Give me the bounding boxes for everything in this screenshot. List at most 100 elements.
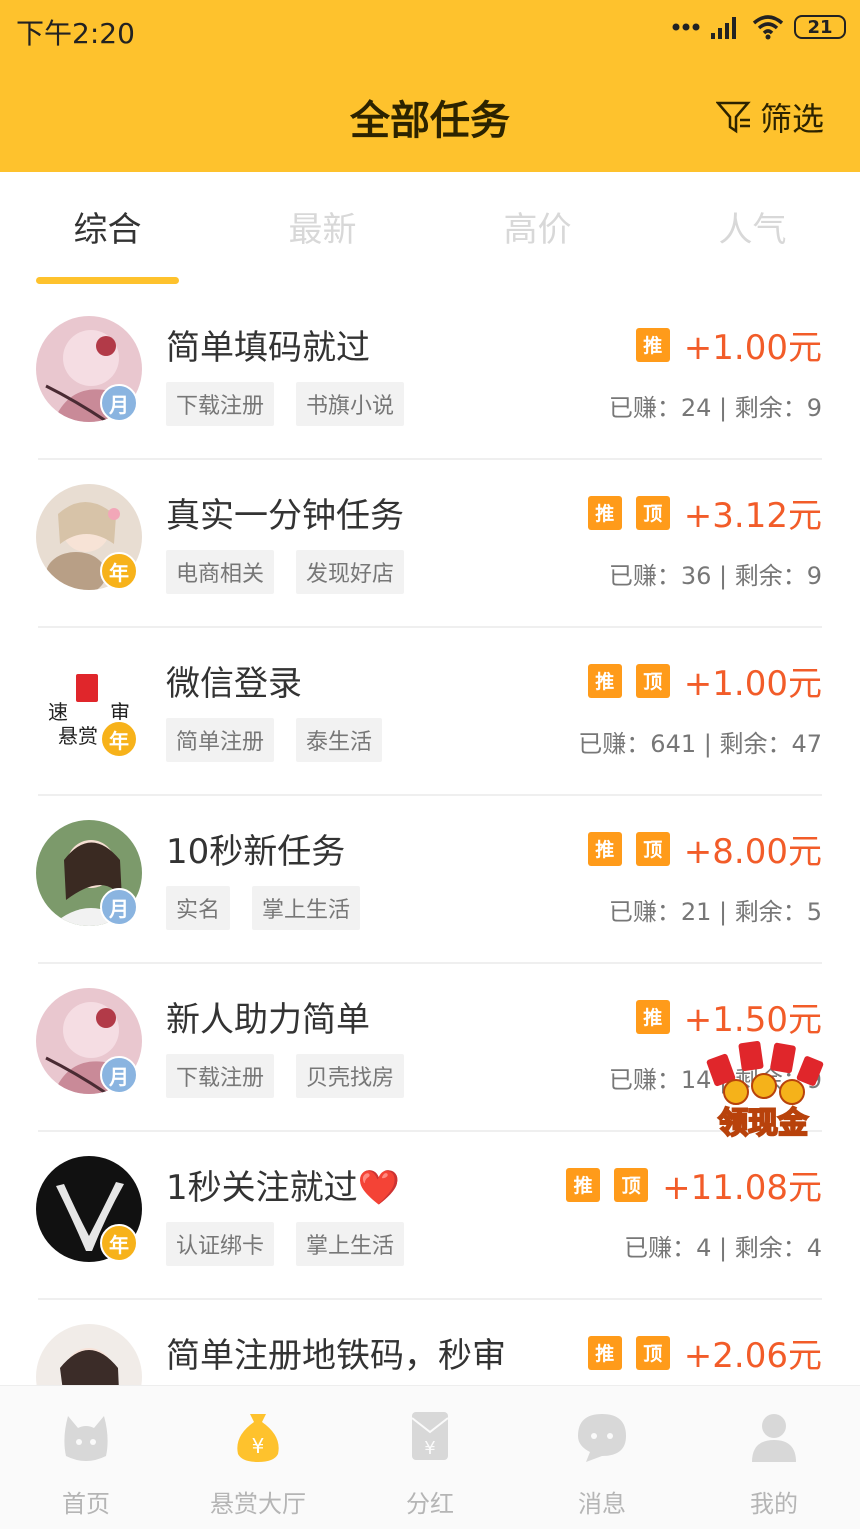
nav-dividends[interactable]: ¥ 分红: [344, 1386, 516, 1529]
task-title: 微信登录: [166, 664, 302, 704]
tab-high-price[interactable]: 高价: [430, 202, 645, 251]
pinned-chip: 顶: [614, 1167, 649, 1202]
nav-label: 我的: [750, 1490, 798, 1518]
task-tags: 简单注册 泰生活: [166, 718, 383, 762]
task-title: 真实一分钟任务: [166, 496, 404, 536]
recommend-chip: 推: [635, 327, 670, 362]
task-stats: 已赚：24 | 剩余：9: [608, 394, 822, 422]
task-row[interactable]: 月 10秒新任务 实名 掌上生活 推 顶 +8.00元 已赚：21 | 剩余：5: [0, 796, 860, 964]
task-price: +1.50元: [683, 1000, 822, 1040]
recommend-chip: 推: [587, 1335, 622, 1370]
avatar: [36, 1324, 142, 1385]
task-tag: 掌上生活: [296, 1222, 405, 1266]
nav-label: 消息: [578, 1490, 626, 1518]
task-tags: 实名 掌上生活: [166, 886, 361, 930]
chat-icon: [578, 1414, 626, 1462]
task-stats: 已赚：36 | 剩余：9: [608, 562, 822, 590]
pinned-chip: 顶: [635, 495, 670, 530]
battery-indicator: 21: [794, 15, 846, 39]
task-title: 新人助力简单: [166, 1000, 370, 1040]
recommend-chip: 推: [635, 999, 670, 1034]
nav-reward-hall[interactable]: ¥ 悬赏大厅: [172, 1386, 344, 1529]
red-envelope-icon: ¥: [411, 1412, 449, 1460]
level-badge: 月: [100, 1056, 138, 1094]
task-title: 简单填码就过: [166, 328, 370, 368]
task-row[interactable]: 年 真实一分钟任务 电商相关 发现好店 推 顶 +3.12元 已赚：36 | 剩…: [0, 460, 860, 628]
cash-promo-button[interactable]: 领现金: [700, 1036, 826, 1144]
reward-line: 推 顶 +2.06元: [587, 1328, 822, 1377]
task-tag: 电商相关: [166, 550, 275, 594]
level-badge: 年: [100, 1224, 138, 1262]
signal-icon: [711, 17, 736, 39]
task-price: +1.00元: [683, 328, 822, 368]
reward-line: 推 顶 +8.00元: [587, 824, 822, 873]
status-time: 下午2:20: [16, 17, 135, 50]
reward-line: 推 顶 +3.12元: [587, 488, 822, 537]
avatar-text: 悬赏: [58, 724, 98, 748]
more-dots-icon: [672, 23, 700, 31]
nav-label: 首页: [62, 1490, 110, 1518]
task-price: +3.12元: [683, 496, 822, 536]
task-tag: 发现好店: [296, 550, 405, 594]
task-list: 月 简单填码就过 下载注册 书旗小说 推 +1.00元 已赚：24 | 剩余：9…: [0, 292, 860, 1385]
task-title: 1秒关注就过❤️: [166, 1168, 400, 1208]
recommend-chip: 推: [587, 663, 622, 698]
red-envelope-icon: [76, 674, 98, 702]
task-tags: 下载注册 贝壳找房: [166, 1054, 405, 1098]
task-tag: 泰生活: [296, 718, 383, 762]
tab-latest[interactable]: 最新: [215, 202, 430, 251]
nav-label: 悬赏大厅: [210, 1490, 306, 1518]
tab-popular[interactable]: 人气: [645, 202, 860, 251]
reward-line: 推 +1.00元: [635, 320, 822, 369]
task-tag: 实名: [166, 886, 231, 930]
svg-text:¥: ¥: [252, 1434, 265, 1458]
filter-button[interactable]: 筛选: [715, 94, 824, 140]
reward-line: 推 顶 +1.00元: [587, 656, 822, 705]
tab-comprehensive[interactable]: 综合: [0, 202, 215, 251]
task-price: +2.06元: [683, 1336, 822, 1376]
nav-label: 分红: [406, 1490, 454, 1518]
task-tag: 书旗小说: [296, 382, 405, 426]
reward-line: 推 顶 +11.08元: [566, 1160, 822, 1209]
task-row[interactable]: 月 简单填码就过 下载注册 书旗小说 推 +1.00元 已赚：24 | 剩余：9: [0, 292, 860, 460]
pinned-chip: 顶: [635, 663, 670, 698]
level-badge: 年: [100, 552, 138, 590]
task-tag: 掌上生活: [252, 886, 361, 930]
nav-messages[interactable]: 消息: [516, 1386, 688, 1529]
task-row[interactable]: 年 1秒关注就过❤️ 认证绑卡 掌上生活 推 顶 +11.08元 已赚：4 | …: [0, 1132, 860, 1300]
status-icons: 21: [672, 14, 846, 40]
level-badge: 月: [100, 888, 138, 926]
task-stats: 已赚：641 | 剩余：47: [578, 730, 822, 758]
level-badge: 月: [100, 384, 138, 422]
sort-tabs: 综合 最新 高价 人气: [0, 172, 860, 292]
task-price: +11.08元: [662, 1168, 822, 1208]
reward-line: 推 +1.50元: [635, 992, 822, 1041]
task-title: 10秒新任务: [166, 832, 346, 872]
task-title: 简单注册地铁码，秒审: [166, 1336, 506, 1376]
bottom-nav: 首页 ¥ 悬赏大厅 ¥ 分红 消息 我的: [0, 1385, 860, 1529]
nav-profile[interactable]: 我的: [688, 1386, 860, 1529]
task-stats: 已赚：21 | 剩余：5: [608, 898, 822, 926]
task-tags: 认证绑卡 掌上生活: [166, 1222, 405, 1266]
pinned-chip: 顶: [635, 1335, 670, 1370]
task-tag: 贝壳找房: [296, 1054, 405, 1098]
task-tags: 电商相关 发现好店: [166, 550, 405, 594]
task-row[interactable]: 速 审 悬赏 年 微信登录 简单注册 泰生活 推 顶 +1.00元 已赚：641…: [0, 628, 860, 796]
level-badge: 年: [100, 720, 138, 758]
recommend-chip: 推: [587, 831, 622, 866]
active-tab-indicator: [36, 277, 179, 284]
task-price: +8.00元: [683, 832, 822, 872]
money-bag-icon: ¥: [237, 1414, 279, 1462]
top-header: 下午2:20 21 全部任务 筛选: [0, 0, 860, 172]
nav-home[interactable]: 首页: [0, 1386, 172, 1529]
user-icon: [752, 1414, 796, 1462]
task-tag: 简单注册: [166, 718, 275, 762]
wifi-icon: [752, 15, 784, 40]
task-tags: 下载注册 书旗小说: [166, 382, 405, 426]
task-tag: 认证绑卡: [166, 1222, 275, 1266]
task-stats: 已赚：4 | 剩余：4: [624, 1234, 822, 1262]
filter-label: 筛选: [759, 100, 824, 138]
task-tag: 下载注册: [166, 1054, 275, 1098]
task-price: +1.00元: [683, 664, 822, 704]
task-row[interactable]: 简单注册地铁码，秒审 推 顶 +2.06元: [0, 1300, 860, 1385]
